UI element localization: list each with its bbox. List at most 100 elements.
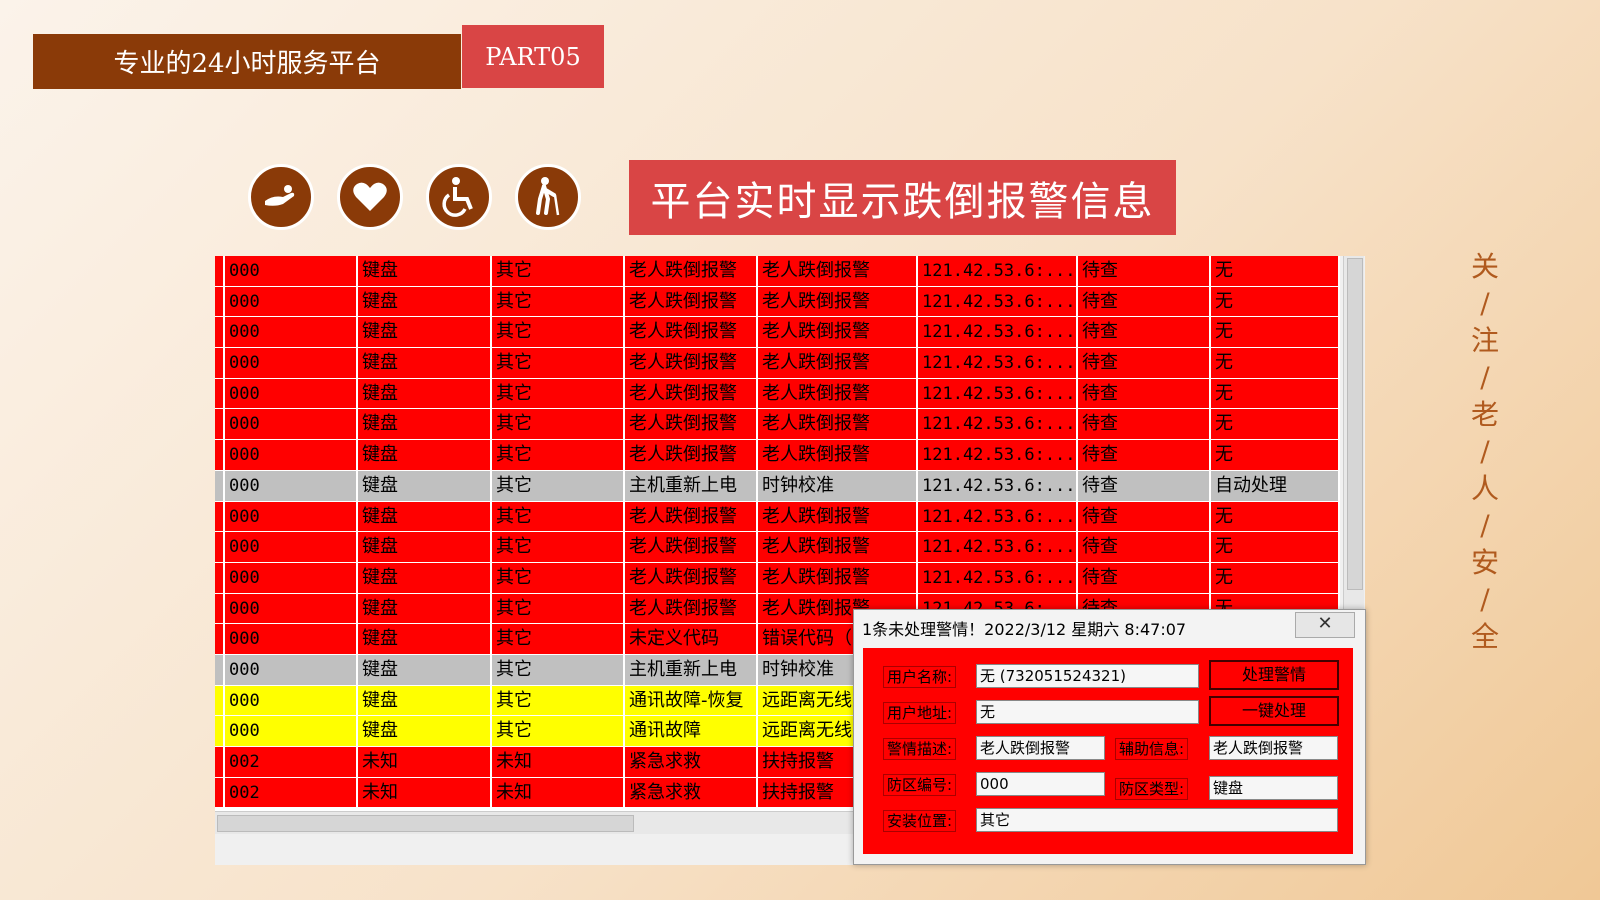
close-icon[interactable]: ✕: [1295, 612, 1355, 638]
side-slogan-char: 关: [1470, 250, 1499, 283]
side-slogan: 关 / 注 / 老 / 人 / 安 / 全: [1470, 248, 1500, 655]
table-cell: 002: [225, 747, 358, 778]
table-cell: 其它: [492, 624, 625, 655]
user-name-field[interactable]: 无 (732051524321): [976, 664, 1199, 688]
table-cell: 002: [225, 777, 358, 809]
table-row[interactable]: 000键盘其它老人跌倒报警老人跌倒报警121.42.53.6:...待查无: [215, 286, 1340, 318]
one-click-handle-button[interactable]: 一键处理: [1209, 696, 1339, 726]
table-cell: 键盘: [358, 501, 492, 533]
table-row[interactable]: 000键盘其它老人跌倒报警老人跌倒报警121.42.53.6:...待查无: [215, 532, 1340, 563]
table-cell: 老人跌倒报警: [625, 562, 758, 594]
table-cell: 老人跌倒报警: [758, 440, 918, 471]
table-cell: 其它: [492, 654, 625, 686]
table-cell: 无: [1211, 562, 1340, 594]
row-indicator: [215, 624, 225, 655]
row-indicator: [215, 716, 225, 747]
heart-icon: [337, 164, 403, 230]
row-indicator: [215, 256, 225, 287]
row-indicator: [215, 470, 225, 502]
alarm-popup: 1条未处理警情！2022/3/12 星期六 8:47:07 ✕ 用户名称: 无 …: [853, 609, 1366, 865]
table-cell: 无: [1211, 532, 1340, 563]
table-cell: 其它: [492, 378, 625, 410]
table-row[interactable]: 000键盘其它老人跌倒报警老人跌倒报警121.42.53.6:...待查无: [215, 562, 1340, 594]
table-cell: 键盘: [358, 593, 492, 625]
table-cell: 000: [225, 440, 358, 471]
handle-alarm-button[interactable]: 处理警情: [1209, 660, 1339, 690]
table-cell: 老人跌倒报警: [758, 317, 918, 349]
table-cell: 键盘: [358, 317, 492, 349]
row-indicator: [215, 409, 225, 441]
table-cell: 000: [225, 286, 358, 318]
row-indicator: [215, 593, 225, 625]
table-row[interactable]: 000键盘其它老人跌倒报警老人跌倒报警121.42.53.6:...待查无: [215, 378, 1340, 410]
table-cell: 其它: [492, 716, 625, 747]
zone-number-field[interactable]: 000: [976, 772, 1105, 796]
popup-title: 1条未处理警情！2022/3/12 星期六 8:47:07: [862, 620, 1187, 639]
table-cell: 老人跌倒报警: [625, 593, 758, 625]
table-row[interactable]: 000键盘其它老人跌倒报警老人跌倒报警121.42.53.6:...待查无: [215, 501, 1340, 533]
table-row[interactable]: 000键盘其它老人跌倒报警老人跌倒报警121.42.53.6:...待查无: [215, 440, 1340, 471]
table-cell: 其它: [492, 532, 625, 563]
table-row[interactable]: 000键盘其它老人跌倒报警老人跌倒报警121.42.53.6:...待查无: [215, 256, 1340, 287]
table-cell: 无: [1211, 378, 1340, 410]
table-cell: 老人跌倒报警: [625, 317, 758, 349]
elderly-person-icon: [515, 164, 581, 230]
banner-title: 平台实时显示跌倒报警信息: [629, 160, 1176, 235]
table-cell: 老人跌倒报警: [625, 440, 758, 471]
table-cell: 通讯故障-恢复: [625, 685, 758, 717]
table-cell: 其它: [492, 256, 625, 287]
table-cell: 待查: [1078, 562, 1211, 594]
table-cell: 000: [225, 624, 358, 655]
row-indicator: [215, 685, 225, 717]
table-cell: 无: [1211, 256, 1340, 287]
aux-info-field[interactable]: 老人跌倒报警: [1209, 736, 1338, 760]
row-indicator: [215, 317, 225, 349]
table-cell: 无: [1211, 440, 1340, 471]
table-cell: 键盘: [358, 440, 492, 471]
table-cell: 其它: [492, 317, 625, 349]
table-cell: 121.42.53.6:...: [918, 501, 1078, 533]
table-cell: 键盘: [358, 378, 492, 410]
table-cell: 键盘: [358, 286, 492, 318]
table-cell: 老人跌倒报警: [625, 409, 758, 441]
side-slogan-char: 人: [1470, 472, 1499, 505]
table-cell: 待查: [1078, 256, 1211, 287]
table-cell: 紧急求救: [625, 777, 758, 809]
table-cell: 待查: [1078, 440, 1211, 471]
user-address-field[interactable]: 无: [976, 700, 1199, 724]
table-cell: 其它: [492, 286, 625, 318]
side-slogan-char: 老: [1470, 398, 1499, 431]
table-row[interactable]: 000键盘其它老人跌倒报警老人跌倒报警121.42.53.6:...待查无: [215, 317, 1340, 349]
table-cell: 待查: [1078, 378, 1211, 410]
table-cell: 紧急求救: [625, 747, 758, 778]
zone-type-field[interactable]: 键盘: [1209, 776, 1338, 800]
table-cell: 000: [225, 716, 358, 747]
row-indicator: [215, 501, 225, 533]
table-cell: 键盘: [358, 532, 492, 563]
table-cell: 其它: [492, 409, 625, 441]
table-cell: 000: [225, 378, 358, 410]
table-cell: 未定义代码: [625, 624, 758, 655]
table-cell: 自动处理: [1211, 470, 1340, 502]
table-cell: 未知: [358, 777, 492, 809]
alarm-desc-field[interactable]: 老人跌倒报警: [976, 736, 1105, 760]
table-row[interactable]: 000键盘其它老人跌倒报警老人跌倒报警121.42.53.6:...待查无: [215, 409, 1340, 441]
table-row[interactable]: 000 键盘 其它 主机重新上电 时钟校准 121.42.53.6:... 待查 自动处理: [215, 470, 1340, 502]
table-cell: 老人跌倒报警: [625, 286, 758, 318]
table-cell: 其它: [492, 593, 625, 625]
user-name-label: 用户名称:: [883, 666, 957, 688]
table-cell: 老人跌倒报警: [625, 501, 758, 533]
row-indicator: [215, 532, 225, 563]
table-cell: 121.42.53.6:...: [918, 440, 1078, 471]
row-indicator: [215, 747, 225, 778]
table-cell: 000: [225, 593, 358, 625]
table-cell: 121.42.53.6:...: [918, 348, 1078, 379]
table-cell: 未知: [492, 777, 625, 809]
table-row[interactable]: 000键盘其它老人跌倒报警老人跌倒报警121.42.53.6:...待查无: [215, 348, 1340, 379]
table-cell: 未知: [358, 747, 492, 778]
row-indicator: [215, 777, 225, 809]
table-cell: 键盘: [358, 409, 492, 441]
table-cell: 无: [1211, 348, 1340, 379]
install-location-field[interactable]: 其它: [976, 808, 1338, 832]
table-cell: 老人跌倒报警: [758, 532, 918, 563]
